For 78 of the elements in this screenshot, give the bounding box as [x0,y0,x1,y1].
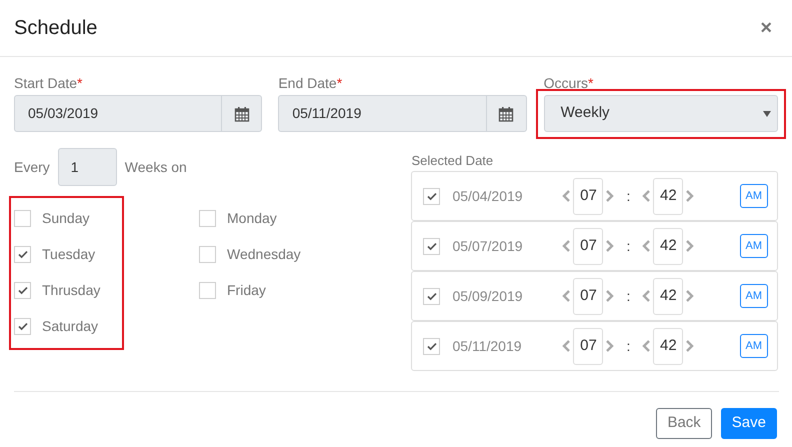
checkbox[interactable] [423,338,440,354]
time-field[interactable]: 07 [573,278,604,314]
time-separator: : [626,336,630,356]
chevron-right-icon[interactable] [605,240,614,252]
checkmark-icon [426,240,438,252]
time-field[interactable]: 42 [653,278,684,314]
chevron-right-icon[interactable] [685,340,694,352]
day-option[interactable]: Thrusday [14,272,199,308]
checkmark-icon [426,290,438,302]
chevron-left-icon[interactable] [642,290,652,302]
checkbox[interactable] [14,210,31,226]
time-separator: : [626,286,630,306]
chevron-right-icon[interactable] [685,240,694,252]
day-option[interactable]: Monday [199,200,301,236]
section-label: Selected Date [411,152,494,170]
chevron-left-icon[interactable] [562,240,572,252]
period-button[interactable]: AM [740,284,768,308]
field-label: Start Date* [14,74,84,93]
back-button[interactable]: Back [656,408,712,439]
checkmark-icon [16,248,28,260]
checkmark-icon [426,340,438,352]
chevron-left-icon[interactable] [642,240,652,252]
checkbox[interactable] [199,282,216,298]
chevron-left-icon[interactable] [642,190,652,202]
date-text: 05/09/2019 [452,286,524,306]
checkbox[interactable] [14,318,31,334]
interval-field[interactable]: 1 [58,148,117,186]
time-separator: : [626,236,630,256]
checkbox[interactable] [423,238,440,254]
close-button[interactable]: × [760,18,772,38]
save-button[interactable]: Save [720,408,777,439]
chevron-right-icon[interactable] [605,290,614,302]
chevron-left-icon[interactable] [642,340,652,352]
time-field[interactable]: 07 [573,178,604,214]
period-button[interactable]: AM [740,334,768,358]
chevron-right-icon[interactable] [685,290,694,302]
date-field[interactable]: 05/03/2019 [14,95,262,132]
checkbox[interactable] [14,246,31,262]
date-text: 05/07/2019 [452,236,524,256]
day-option[interactable]: Tuesday [14,236,199,272]
period-button[interactable]: AM [740,234,768,258]
chevron-left-icon[interactable] [562,290,572,302]
chevron-right-icon[interactable] [605,190,614,202]
repeat-label: Every [14,158,50,177]
checkmark-icon [16,320,28,332]
time-field[interactable]: 07 [573,228,604,264]
checkbox[interactable] [14,282,31,298]
chevron-right-icon[interactable] [605,340,614,352]
time-field[interactable]: 42 [653,178,684,214]
chevron-right-icon[interactable] [685,190,694,202]
calendar-icon [234,106,250,122]
caret-icon [763,110,772,116]
date-field[interactable]: 05/11/2019 [278,95,527,132]
checkbox[interactable] [423,288,440,304]
calendar-icon [498,106,514,122]
time-field[interactable]: 07 [573,328,604,364]
repeat-label: Weeks on [124,158,187,176]
day-option[interactable]: Sunday [14,200,199,236]
time-field[interactable]: 42 [653,228,684,264]
day-option[interactable]: Wednesday [199,236,301,272]
checkbox[interactable] [199,246,216,262]
occurs-select[interactable]: Weekly [544,95,778,132]
checkbox[interactable] [423,188,440,204]
period-button[interactable]: AM [740,184,768,208]
field-label: End Date* [278,74,344,93]
checkmark-icon [426,190,438,202]
day-option[interactable]: Saturday [14,308,199,344]
chevron-left-icon[interactable] [562,190,572,202]
date-text: 05/04/2019 [452,186,524,206]
time-field[interactable]: 42 [653,328,684,364]
date-text: 05/11/2019 [452,336,523,356]
checkbox[interactable] [199,210,216,226]
time-separator: : [626,186,630,206]
chevron-left-icon[interactable] [562,340,572,352]
field-label: Occurs* [544,74,594,93]
day-option[interactable]: Friday [199,272,301,308]
dialog-title: Schedule [14,16,98,41]
checkmark-icon [16,284,28,296]
